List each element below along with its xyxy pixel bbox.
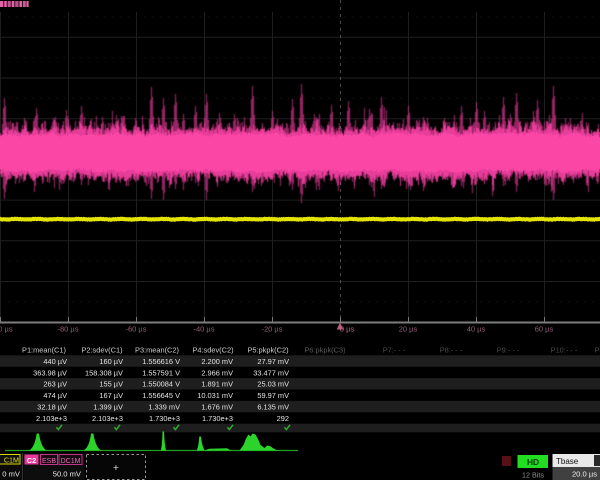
- svg-text:2.103e+3: 2.103e+3: [36, 414, 67, 423]
- svg-text:-100 µs: -100 µs: [0, 325, 13, 334]
- svg-text:10.031 mV: 10.031 mV: [197, 391, 233, 400]
- svg-text:P3:mean(C2): P3:mean(C2): [135, 346, 179, 355]
- svg-text:C2: C2: [27, 456, 36, 465]
- svg-text:1.676 mV: 1.676 mV: [201, 403, 233, 412]
- svg-text:P5:pkpk(C2): P5:pkpk(C2): [247, 346, 288, 355]
- svg-text:DC1M: DC1M: [61, 458, 81, 465]
- svg-text:20 µs: 20 µs: [399, 325, 418, 334]
- svg-text:33.477 mV: 33.477 mV: [253, 368, 289, 377]
- svg-text:1.556645 V: 1.556645 V: [142, 391, 180, 400]
- svg-text:263 µV: 263 µV: [43, 380, 67, 389]
- svg-text:0 mV: 0 mV: [2, 470, 21, 479]
- svg-text:1.550084 V: 1.550084 V: [142, 380, 180, 389]
- svg-text:474 µV: 474 µV: [43, 391, 67, 400]
- svg-text:440 µV: 440 µV: [43, 357, 67, 366]
- svg-text:1.557591 V: 1.557591 V: [142, 368, 180, 377]
- svg-text:P10:- - -: P10:- - -: [551, 346, 578, 355]
- svg-text:-60 µs: -60 µs: [126, 325, 147, 334]
- svg-text:155 µV: 155 µV: [99, 380, 123, 389]
- svg-text:P9:- - -: P9:- - -: [497, 346, 520, 355]
- svg-text:50.0 mV: 50.0 mV: [53, 470, 82, 479]
- svg-text:P8:- - -: P8:- - -: [440, 346, 463, 355]
- svg-text:60 µs: 60 µs: [535, 325, 554, 334]
- svg-text:P7:- - -: P7:- - -: [383, 346, 406, 355]
- svg-text:160 µV: 160 µV: [99, 357, 123, 366]
- svg-text:P1: P1: [594, 346, 600, 355]
- svg-text:25.03 mV: 25.03 mV: [257, 380, 289, 389]
- svg-text:12 Bits: 12 Bits: [522, 471, 544, 480]
- svg-text:2.103e+3: 2.103e+3: [92, 414, 123, 423]
- svg-text:59.97 mV: 59.97 mV: [257, 391, 289, 400]
- svg-text:167 µV: 167 µV: [99, 391, 123, 400]
- svg-text:292: 292: [277, 414, 289, 423]
- svg-text:-40 µs: -40 µs: [194, 325, 215, 334]
- svg-text:363.98 µV: 363.98 µV: [33, 368, 67, 377]
- svg-text:1.339 mV: 1.339 mV: [148, 403, 180, 412]
- svg-text:P1:mean(C1): P1:mean(C1): [22, 346, 66, 355]
- svg-text:P4:sdev(C2): P4:sdev(C2): [192, 346, 233, 355]
- svg-text:1.399 µV: 1.399 µV: [93, 403, 123, 412]
- svg-text:40 µs: 40 µs: [467, 325, 486, 334]
- svg-text:158.308 µV: 158.308 µV: [85, 368, 123, 377]
- svg-text:1.556616 V: 1.556616 V: [142, 357, 180, 366]
- svg-text:32.18 µV: 32.18 µV: [37, 403, 67, 412]
- svg-text:-20 µs: -20 µs: [262, 325, 283, 334]
- svg-text:1.730e+3: 1.730e+3: [202, 414, 233, 423]
- svg-text:2.200 mV: 2.200 mV: [201, 357, 233, 366]
- svg-text:0 µs: 0 µs: [340, 325, 355, 334]
- svg-text:ESB: ESB: [42, 458, 56, 465]
- svg-text:HD: HD: [527, 457, 539, 467]
- svg-text:C1M: C1M: [4, 456, 19, 465]
- svg-text:+: +: [113, 462, 119, 474]
- svg-text:1.730e+3: 1.730e+3: [149, 414, 180, 423]
- svg-text:6.135 mV: 6.135 mV: [257, 403, 289, 412]
- svg-text:Tbase: Tbase: [556, 457, 579, 466]
- svg-text:20.0 µs: 20.0 µs: [572, 470, 597, 479]
- svg-text:2.966 mV: 2.966 mV: [201, 368, 233, 377]
- svg-text:P2:sdev(C1): P2:sdev(C1): [81, 346, 122, 355]
- svg-text:-80 µs: -80 µs: [58, 325, 79, 334]
- svg-text:P6:pkpk(C3): P6:pkpk(C3): [304, 346, 345, 355]
- svg-text:1.891 mV: 1.891 mV: [201, 380, 233, 389]
- svg-text:27.97 mV: 27.97 mV: [257, 357, 289, 366]
